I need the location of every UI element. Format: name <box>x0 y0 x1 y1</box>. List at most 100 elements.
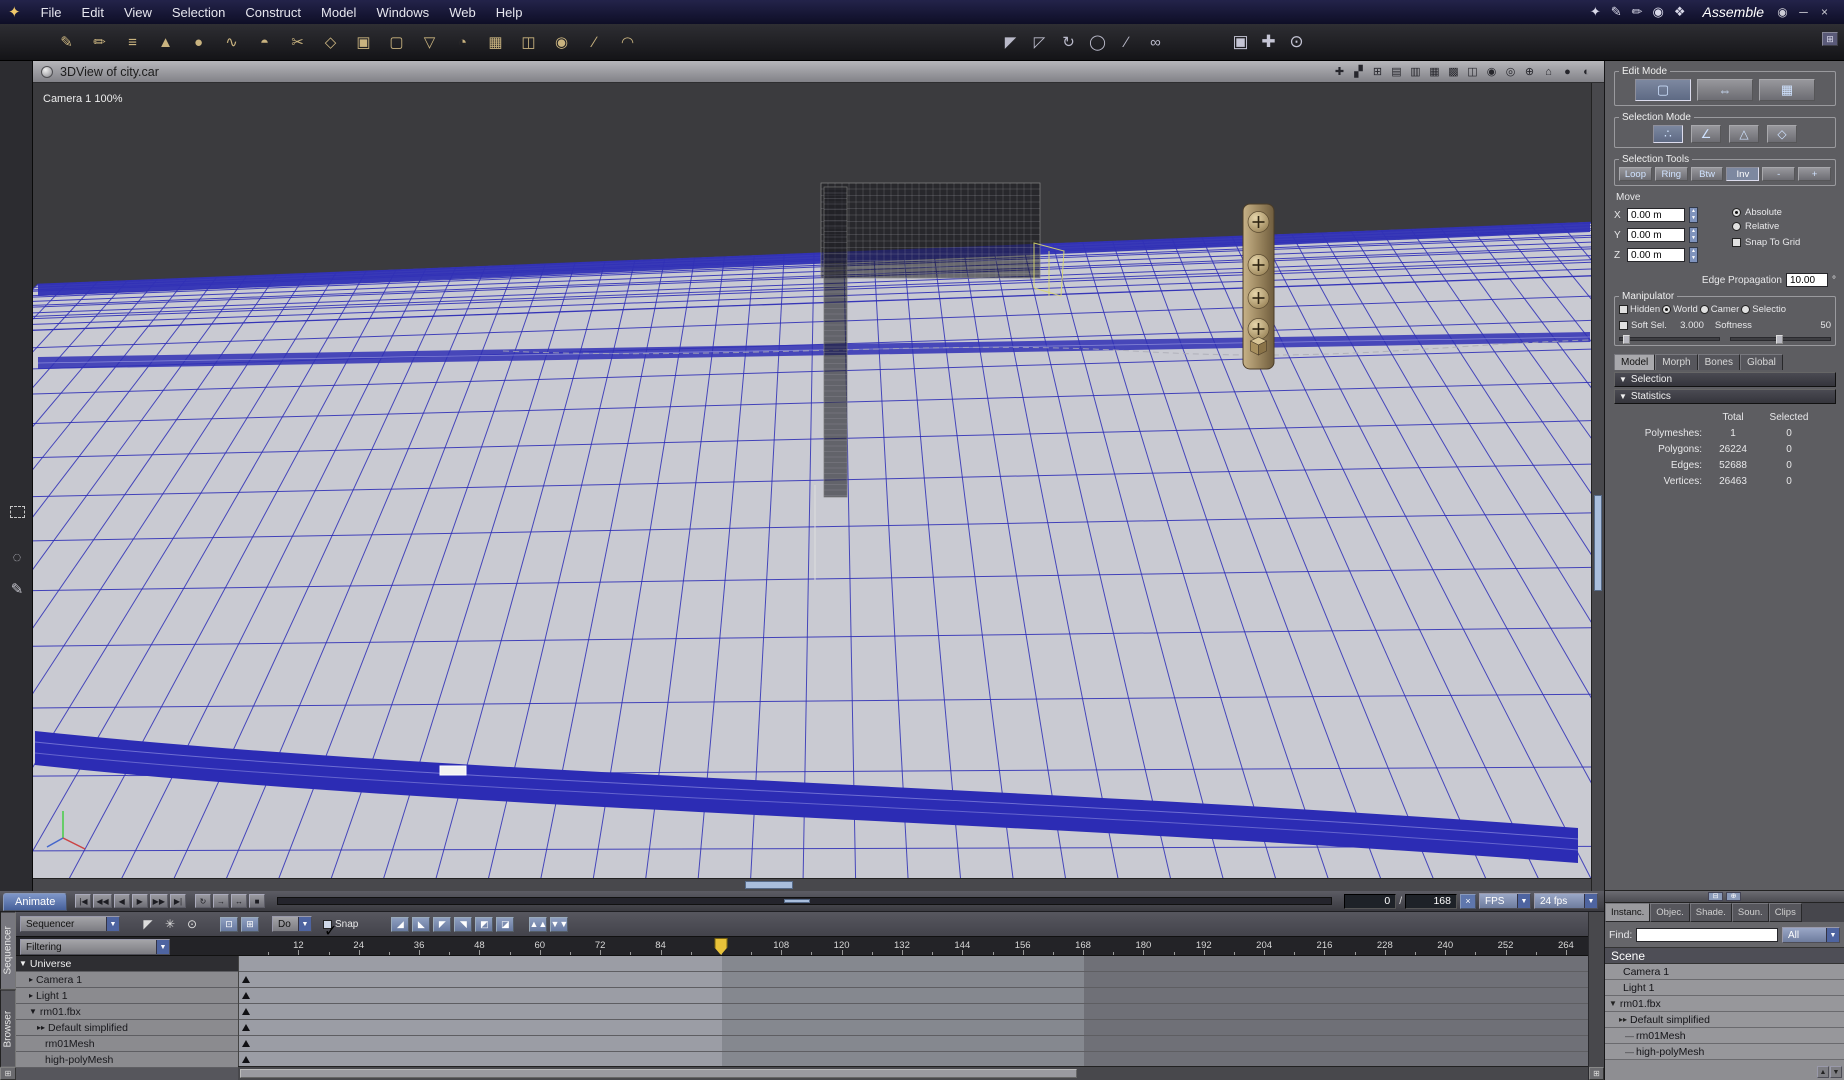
key-scale-left-button[interactable]: ◤ <box>433 916 452 932</box>
uv-edit-mode-button[interactable]: ⇔ <box>1697 79 1753 101</box>
selection-tool-loop[interactable]: Loop <box>1619 167 1652 181</box>
find-input[interactable] <box>1636 928 1778 942</box>
polygon-selection-button[interactable]: △ <box>1729 125 1759 143</box>
timeline-ruler[interactable]: Filtering ▼ 1224364860728496108120132144… <box>16 936 1588 956</box>
vase-primitive-icon[interactable]: ◔ <box>451 29 474 55</box>
track-lanes[interactable] <box>238 956 1588 1066</box>
splitter-collapse-button[interactable]: ⊟ <box>1708 892 1723 901</box>
menu-model[interactable]: Model <box>311 5 366 20</box>
go-end-button[interactable]: ▶| <box>169 894 186 908</box>
loop-button[interactable]: ↻ <box>194 894 211 908</box>
softness-slider[interactable] <box>1730 335 1831 344</box>
statistics-section-header[interactable]: ▼ Statistics <box>1614 389 1836 404</box>
magnet-tool-icon[interactable]: ◓ <box>253 29 276 55</box>
step-down-icon[interactable]: ▼ <box>1690 235 1697 242</box>
edge-propagation-field[interactable]: 10.00 <box>1786 273 1828 287</box>
shield-icon[interactable]: ◉ <box>1484 64 1499 79</box>
menu-selection[interactable]: Selection <box>162 5 235 20</box>
frame-box-button[interactable]: ⊡ <box>220 916 238 932</box>
softness-slider-thumb[interactable] <box>1775 335 1783 344</box>
ruler-ticks-area[interactable]: 1224364860728496108120132144156168180192… <box>238 937 1588 955</box>
chevron-down-icon[interactable]: ▼ <box>1517 894 1530 908</box>
end-frame-field[interactable]: 168 <box>1405 893 1457 909</box>
chevron-down-icon[interactable]: ▼ <box>106 917 119 931</box>
move-y-field[interactable]: 0.00 m <box>1627 228 1685 242</box>
key-slide-left-button[interactable]: ◢ <box>391 916 410 932</box>
keyframe-marker[interactable] <box>242 1008 250 1015</box>
viewport-hscroll-thumb[interactable] <box>745 881 793 889</box>
corner-resize-icon[interactable]: ⊞ <box>0 1067 16 1080</box>
sphere-light-icon[interactable]: ● <box>1560 64 1575 79</box>
go-start-button[interactable]: |◀ <box>75 894 92 908</box>
track-row-high-polymesh[interactable]: high-polyMesh <box>16 1052 238 1068</box>
relative-radio[interactable] <box>1732 222 1741 231</box>
play-button[interactable]: ▶ <box>131 894 148 908</box>
move-z-field[interactable]: 0.00 m <box>1627 248 1685 262</box>
selection-tool-btw[interactable]: Btw <box>1690 167 1724 181</box>
globe-icon[interactable]: ◎ <box>1503 64 1518 79</box>
assemble-room-icon[interactable]: ✦ <box>1590 4 1601 20</box>
keyframe-marker[interactable] <box>242 976 250 983</box>
sequencer-horizontal-scrollbar[interactable] <box>238 1066 1588 1080</box>
object-selection-button[interactable]: ◇ <box>1767 125 1797 143</box>
smudge-tool-icon[interactable]: ✏ <box>88 29 111 55</box>
ping-pong-button[interactable]: ↔ <box>230 894 247 908</box>
filtering-dropdown[interactable]: Filtering ▼ <box>20 939 170 955</box>
viewport-canvas[interactable] <box>33 83 1591 878</box>
close-button[interactable]: × <box>1817 5 1832 19</box>
menu-file[interactable]: File <box>31 5 72 20</box>
soft-selection-value[interactable]: 3.000 <box>1670 320 1704 331</box>
sphere-primitive-icon[interactable]: ● <box>187 29 210 55</box>
key-align-top-button[interactable]: ◩ <box>475 916 494 932</box>
tab-clips[interactable]: Clips <box>1768 903 1802 922</box>
subdivision-mode-button[interactable]: ▦ <box>1759 79 1815 101</box>
track-up-button[interactable]: ▲▲ <box>529 916 548 932</box>
snap-checkbox[interactable]: ✓ <box>323 919 337 940</box>
move-x-field[interactable]: 0.00 m <box>1627 208 1685 222</box>
menu-windows[interactable]: Windows <box>366 5 439 20</box>
list-item-default-simplified[interactable]: ▸▸ Default simplified <box>1605 1012 1844 1028</box>
move-x-stepper[interactable]: ▲ ▼ <box>1689 207 1698 223</box>
hidden-checkbox[interactable] <box>1619 305 1628 314</box>
eyedropper-icon[interactable]: ∕ <box>1115 29 1138 55</box>
animate-room-icon[interactable]: ❖ <box>1674 4 1686 20</box>
tab-soun-[interactable]: Soun. <box>1731 903 1769 922</box>
cone-primitive-icon[interactable]: ▽ <box>418 29 441 55</box>
vertex-mode-button[interactable]: ▢ <box>1635 79 1691 101</box>
display-phong-icon[interactable]: ▩ <box>1446 64 1461 79</box>
cross-section-icon[interactable]: ✚ <box>1332 64 1347 79</box>
texture-room-icon[interactable]: ✏ <box>1632 4 1643 20</box>
sequencer-mode-dropdown[interactable]: Sequencer ▼ <box>20 916 120 932</box>
display-flat-icon[interactable]: ▥ <box>1408 64 1423 79</box>
tab-objec-[interactable]: Objec. <box>1650 903 1690 922</box>
selection-tool-inv[interactable]: Inv <box>1726 167 1760 181</box>
link-tool-icon[interactable]: ∞ <box>1144 29 1167 55</box>
tab-bones[interactable]: Bones <box>1697 354 1740 370</box>
brush-tool-icon[interactable]: ✎ <box>55 29 78 55</box>
soft-selection-slider[interactable] <box>1619 335 1720 344</box>
corner-resize-icon[interactable]: ⊞ <box>1589 1067 1604 1080</box>
soft-selection-checkbox[interactable] <box>1619 321 1628 330</box>
select-arrow-icon[interactable]: ◤ <box>999 29 1022 55</box>
viewport-titlebar[interactable]: 3DView of city.car ✚ ▞ ⊞ ▤ ▥ ▦ ▩ ◫ ◉ ◎ ⊕ ⌂ ● ◐ <box>33 61 1604 83</box>
list-item-high-polymesh[interactable]: — high-polyMesh <box>1605 1044 1844 1060</box>
soft-selection-slider-thumb[interactable] <box>1623 335 1630 344</box>
pointer-icon[interactable]: ◤ <box>139 915 157 933</box>
expand-triangle-icon[interactable]: ▼ <box>1609 999 1617 1008</box>
chevron-down-icon[interactable]: ▼ <box>298 917 311 931</box>
do-dropdown[interactable]: Do ▼ <box>272 916 312 932</box>
step-down-icon[interactable]: ▼ <box>1690 215 1697 222</box>
chevron-down-icon[interactable]: ▼ <box>1826 928 1839 942</box>
list-item-rm01mesh[interactable]: — rm01Mesh <box>1605 1028 1844 1044</box>
selection-section-header[interactable]: ▼ Selection <box>1614 372 1836 387</box>
find-filter-dropdown[interactable]: All ▼ <box>1782 927 1840 943</box>
keyframe-marker[interactable] <box>242 992 250 999</box>
rotate-tool-icon[interactable]: ↻ <box>1057 29 1080 55</box>
tab-morph[interactable]: Morph <box>1655 354 1698 370</box>
prev-key-button[interactable]: ◀◀ <box>93 894 112 908</box>
curve-tool-icon[interactable]: ∿ <box>220 29 243 55</box>
pan-hand-icon[interactable]: ✚ <box>1257 29 1280 55</box>
snap-to-grid-checkbox[interactable] <box>1732 238 1741 247</box>
minimize-button[interactable]: ─ <box>1796 5 1811 19</box>
tab-browser[interactable]: Browser <box>0 989 16 1067</box>
